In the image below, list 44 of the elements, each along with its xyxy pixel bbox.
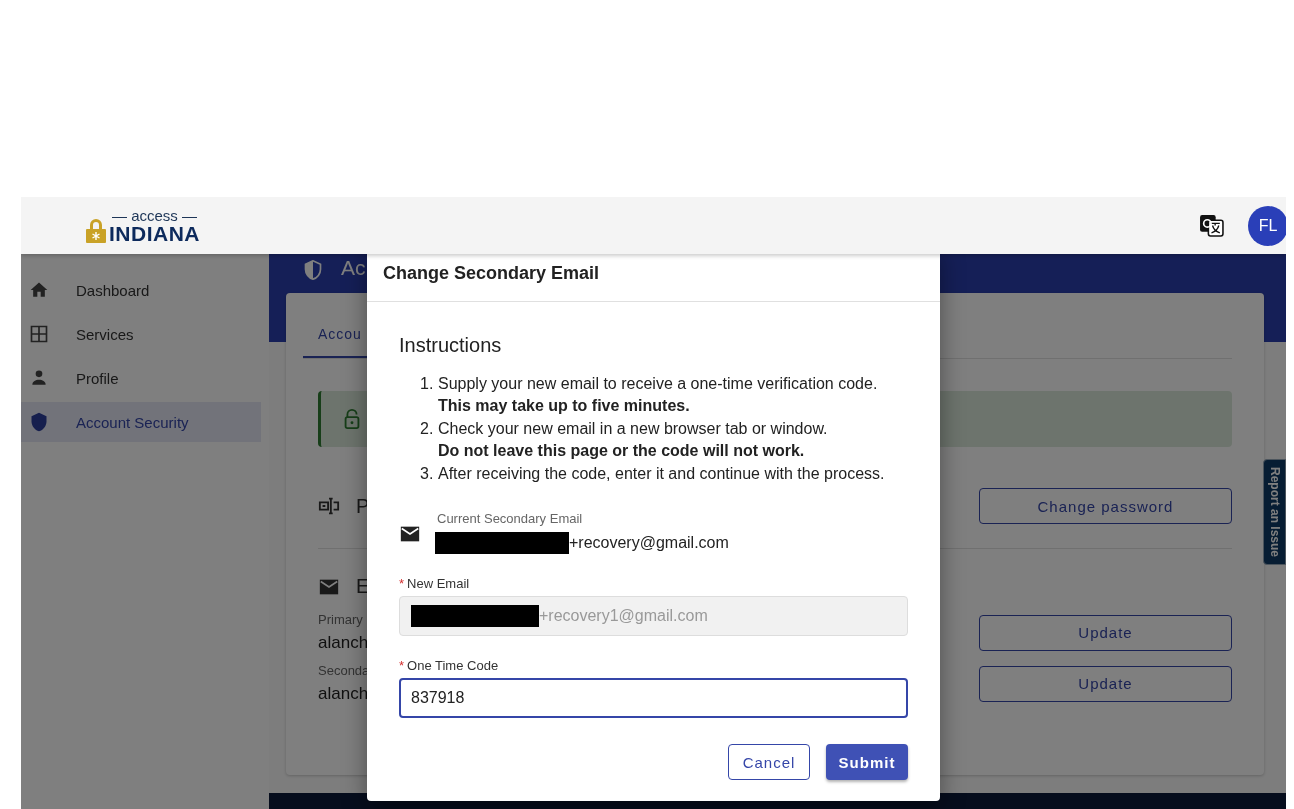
step-number: 3. [420, 463, 433, 484]
step-note: This may take up to five minutes. [438, 396, 691, 417]
change-password-button[interactable]: Change password [979, 488, 1232, 524]
field-label: New Email [407, 576, 470, 592]
field-label: Current Secondary Email [437, 511, 584, 527]
password-icon [318, 495, 340, 517]
sidebar-item[interactable]: Services [21, 314, 261, 354]
email-value: +recovery@gmail.com [569, 534, 729, 553]
step-number: 1. [420, 374, 433, 394]
shield-icon [303, 260, 323, 280]
submit-button[interactable]: Submit [826, 744, 908, 781]
user-avatar[interactable]: FL [1248, 205, 1286, 246]
field-label: One Time Code [407, 658, 499, 674]
update-button[interactable]: Update [979, 665, 1232, 702]
step-text: After receiving the code, enter it and continue with the process. [438, 463, 885, 484]
section-heading: E [356, 575, 370, 598]
required-mark: * [399, 576, 405, 592]
required-mark: * [399, 658, 405, 674]
cancel-button[interactable]: Cancel [728, 744, 810, 781]
email-value: alanch [318, 633, 369, 653]
padlock-icon [85, 216, 107, 243]
instructions-heading: Instructions [399, 334, 503, 357]
shield-icon [29, 412, 49, 432]
step-note: Do not leave this page or the code will not work. [438, 441, 806, 462]
step-number: 2. [420, 418, 433, 439]
sidebar-item[interactable]: Dashboard [21, 270, 261, 310]
report-issue-tab[interactable]: Report an Issue [1263, 459, 1286, 565]
sidebar-item[interactable]: Profile [21, 358, 261, 398]
field-label: Primary [318, 612, 364, 627]
step-text: Check your new email in a new browser tab or window. [438, 418, 828, 439]
text-field[interactable]: 837918 [399, 678, 908, 719]
page-title: Ac [341, 256, 366, 280]
text-input[interactable]: 837918 [411, 689, 906, 708]
dialog-title: Change Secondary Email [383, 262, 600, 284]
sidebar-item[interactable]: Account Security [21, 402, 261, 442]
translate-icon[interactable] [1199, 213, 1224, 238]
update-button[interactable]: Update [979, 614, 1232, 651]
email-value: alanch [318, 684, 370, 704]
home-icon [29, 280, 49, 300]
person-icon [29, 368, 49, 388]
grid-icon [29, 324, 49, 344]
field-label: Seconda [318, 663, 370, 678]
step-text: Supply your new email to receive a one-time verification code. [438, 374, 878, 394]
logo[interactable]: — access — INDIANA [85, 207, 200, 244]
